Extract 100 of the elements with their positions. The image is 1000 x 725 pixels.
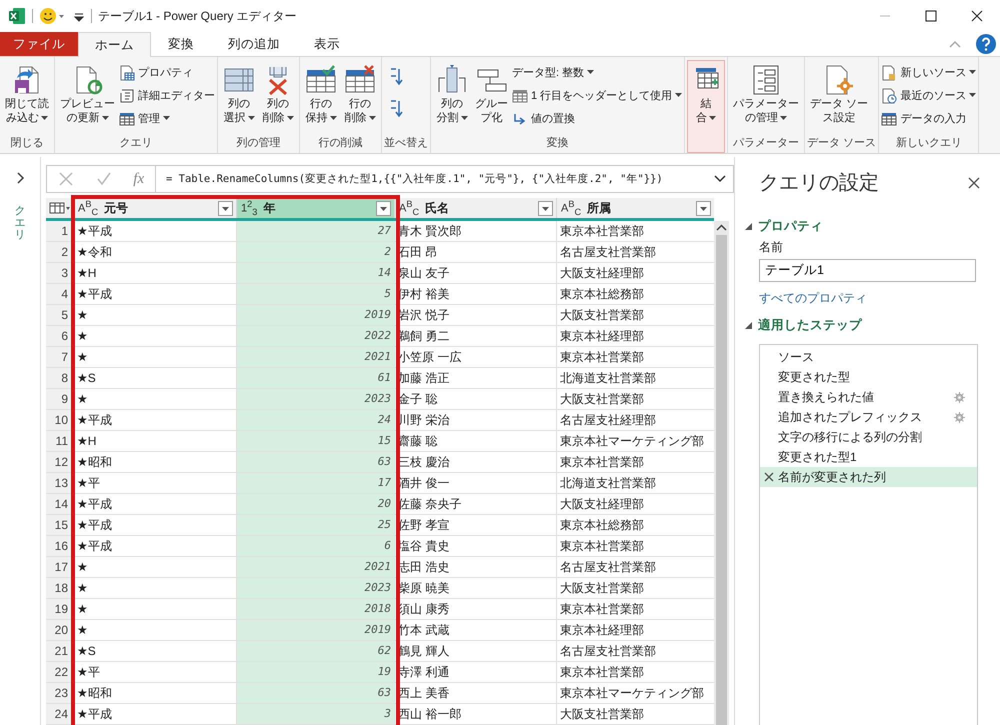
ribbon-button[interactable]: データ型: 整数 — [512, 62, 682, 83]
step-item[interactable]: 置き換えられた値 — [760, 387, 977, 407]
group-label: 閉じる — [10, 136, 44, 151]
row-number: 16 — [46, 536, 73, 556]
scrollbar[interactable] — [714, 221, 729, 725]
row-number: 11 — [46, 431, 73, 451]
group-label: 行の削減 — [318, 136, 364, 151]
smiley-icon[interactable] — [39, 7, 67, 25]
caret-icon — [969, 93, 976, 98]
step-item[interactable]: 変更された型 — [760, 367, 977, 387]
ribbon-button[interactable]: 列の 選択 — [220, 60, 258, 135]
step-item[interactable]: ソース — [760, 347, 977, 367]
row-number: 8 — [46, 368, 73, 388]
collapse-triangle-icon[interactable] — [745, 223, 752, 230]
table-cell: 17 — [236, 473, 394, 493]
help-icon[interactable] — [976, 34, 996, 54]
step-item[interactable]: 変更された型1 — [760, 447, 977, 467]
caret-icon — [709, 116, 716, 122]
caret-icon — [41, 116, 48, 122]
table-cell: 2018 — [236, 599, 394, 619]
group-label: クエリ — [118, 136, 154, 151]
expand-chevron-icon[interactable] — [15, 171, 25, 185]
caret-icon — [368, 116, 376, 122]
window-title: テーブル1 - Power Query エディター — [98, 8, 297, 24]
table-cell: 2019 — [236, 620, 394, 640]
collapse-triangle-icon[interactable] — [745, 322, 752, 329]
step-item[interactable]: 名前が変更された列 — [760, 467, 977, 487]
ribbon-button[interactable]: 列の 削除 — [259, 60, 297, 135]
caret-icon — [969, 70, 976, 75]
ribbon-button[interactable]: プレビュー の更新 — [57, 60, 118, 135]
table-cell: 3 — [236, 704, 394, 724]
ribbon-tab[interactable]: ホーム — [78, 32, 151, 57]
function-button[interactable]: fx — [133, 170, 144, 188]
ribbon-button[interactable]: 行の 削除 — [341, 60, 379, 135]
filter-dropdown-icon[interactable] — [538, 200, 553, 216]
filter-dropdown-icon[interactable] — [696, 200, 711, 216]
close-icon[interactable] — [968, 176, 980, 188]
new-document-icon — [881, 64, 898, 80]
group-label: 並べ替え — [384, 136, 428, 151]
caret-icon — [163, 116, 170, 121]
column-header[interactable]: A$^{B}$$_{C}$ 所属 — [556, 198, 714, 218]
caret-icon — [248, 116, 254, 122]
row-number: 2 — [46, 242, 73, 262]
row-number: 1 — [46, 221, 73, 241]
ribbon-button[interactable]: 新しいソース — [881, 62, 976, 83]
caret-icon — [330, 116, 336, 122]
name-field[interactable]: テーブル1 — [759, 259, 976, 282]
filter-dropdown-icon[interactable] — [218, 200, 233, 216]
table-cell: 20 — [236, 494, 394, 514]
formula-field[interactable]: = Table.RenameColumns(変更された型1,{{"入社年度.1", "元号"}, {"入社年度.2", "年"}}) — [156, 172, 713, 186]
ribbon-button[interactable]: 詳細エディター — [119, 85, 215, 106]
ribbon-tab[interactable]: 列の追加 — [211, 32, 297, 56]
ribbon-button[interactable]: パラメーター の管理 — [730, 60, 802, 135]
ribbon-button[interactable]: 行の 保持 — [302, 60, 340, 135]
pane-title: クエリの設定 — [759, 171, 879, 196]
ribbon-button[interactable]: データ ソー ス設定 — [807, 60, 872, 135]
row-number: 14 — [46, 494, 73, 514]
all-properties-link[interactable]: すべてのプロパティ — [759, 290, 1000, 307]
ribbon-button[interactable]: プロパティ — [119, 62, 215, 83]
row-number: 5 — [46, 305, 73, 325]
table-cell: 15 — [236, 431, 394, 451]
file-tab[interactable]: ファイル — [0, 32, 78, 56]
filter-dropdown-icon[interactable] — [376, 200, 391, 216]
table-cell: 25 — [236, 515, 394, 535]
sort-ascending-icon — [388, 66, 404, 88]
ribbon-tab[interactable]: 表示 — [297, 32, 357, 56]
column-header[interactable]: 1$^{2}$$_{3}$ 年 — [236, 198, 394, 218]
step-item[interactable]: 文字の移行による列の分割 — [760, 427, 977, 447]
step-item[interactable]: 追加されたプレフィックス — [760, 407, 977, 427]
row-number: 15 — [46, 515, 73, 535]
ribbon-button[interactable]: 管理 — [119, 108, 215, 129]
table-icon — [48, 202, 70, 214]
ribbon-button[interactable]: 値の置換 — [512, 108, 682, 129]
ribbon-button[interactable]: グルー プ化 — [472, 60, 511, 135]
caret-icon — [675, 93, 682, 98]
ribbon-button[interactable]: 閉じて読 み込む — [2, 60, 52, 135]
delete-icon[interactable] — [764, 472, 774, 482]
column-header[interactable]: A$^{B}$$_{C}$ 元号 — [73, 198, 236, 218]
group-label: データ ソース — [807, 136, 876, 151]
ribbon-button[interactable]: データの入力 — [881, 108, 976, 129]
ribbon-button[interactable]: 最近のソース — [881, 85, 976, 106]
row-number: 4 — [46, 284, 73, 304]
table-cell: 61 — [236, 368, 394, 388]
ribbon-button[interactable]: 1 行目をヘッダーとして使用 — [512, 85, 682, 106]
group-label: 列の管理 — [236, 136, 282, 151]
group-label: 変換 — [546, 136, 570, 151]
table-cell: 2022 — [236, 326, 394, 346]
check-icon[interactable] — [96, 171, 112, 187]
table-cell: 14 — [236, 263, 394, 283]
table-cell: 62 — [236, 641, 394, 661]
group-label: 新しいクエリ — [894, 136, 963, 151]
queries-pane-label[interactable]: クエリ — [14, 205, 26, 242]
table-cell: 2021 — [236, 557, 394, 577]
table-cell: 63 — [236, 683, 394, 703]
table-cell: 5 — [236, 284, 394, 304]
chevron-down-icon[interactable] — [713, 174, 727, 184]
ribbon-tab[interactable]: 変換 — [151, 32, 211, 56]
ribbon-button[interactable]: 結 合 — [687, 60, 726, 153]
ribbon-button[interactable]: 列の 分割 — [433, 60, 471, 135]
caret-icon — [587, 70, 594, 75]
